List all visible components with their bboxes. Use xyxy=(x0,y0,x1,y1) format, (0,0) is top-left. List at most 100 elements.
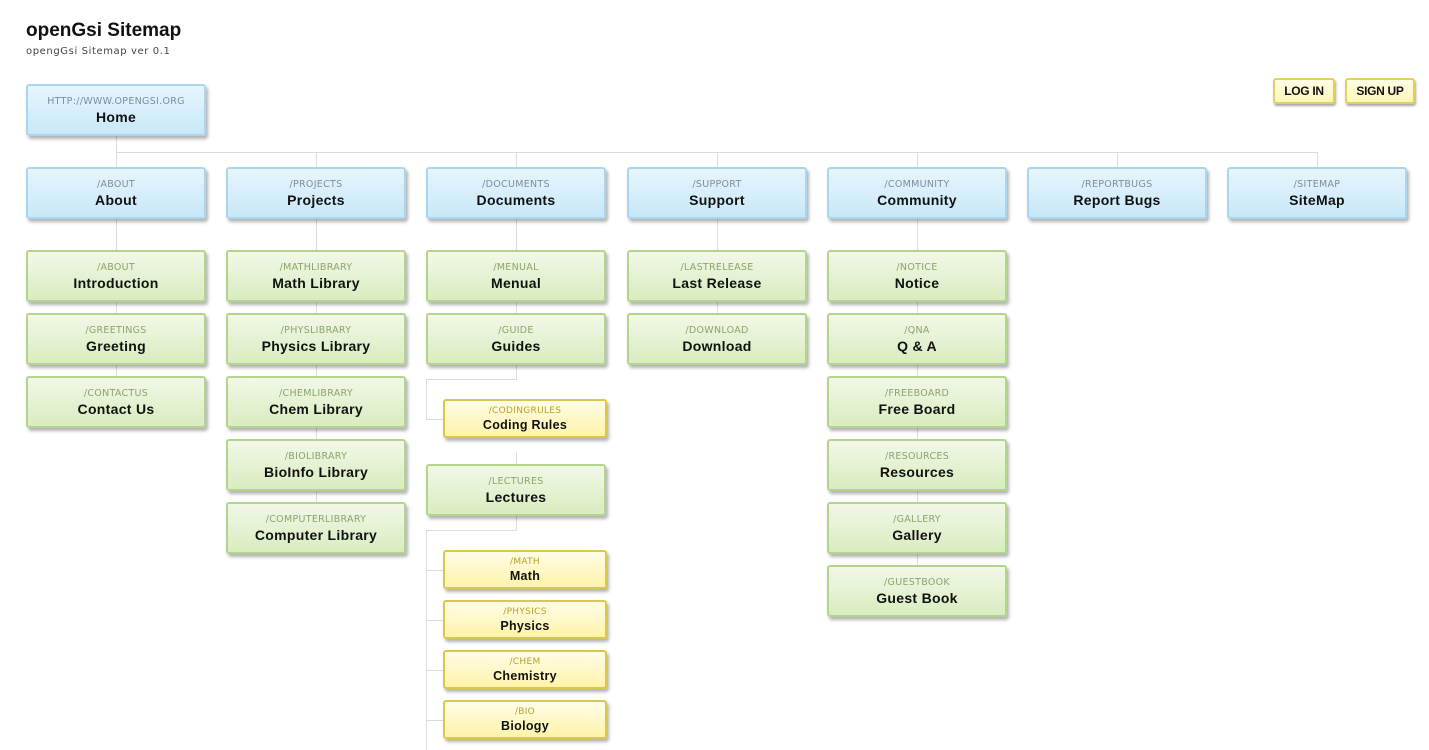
connector-line xyxy=(426,379,427,419)
node-label: Greeting xyxy=(86,338,146,354)
login-button[interactable]: LOG IN xyxy=(1273,78,1335,104)
sitemap-node-home[interactable]: HTTP://WWW.OPENGSI.ORG Home xyxy=(26,84,206,136)
node-label: Computer Library xyxy=(254,527,378,543)
signup-button[interactable]: SIGN UP xyxy=(1345,78,1415,104)
node-path: /PROJECTS xyxy=(289,179,343,190)
sitemap-node-coding-rules[interactable]: /CODINGRULES Coding Rules xyxy=(443,399,607,438)
node-label: Menual xyxy=(490,275,542,291)
connector-line xyxy=(116,365,117,376)
node-path: /GALLERY xyxy=(893,514,941,525)
sitemap-node-chem-library[interactable]: /CHEMLIBRARY Chem Library xyxy=(226,376,406,428)
node-path: /BIOLIBRARY xyxy=(284,451,348,462)
connector-line xyxy=(316,302,317,313)
sitemap-node-download[interactable]: /DOWNLOAD Download xyxy=(627,313,807,365)
node-path: /COMMUNITY xyxy=(884,179,950,190)
sitemap-node-q-a[interactable]: /QNA Q & A xyxy=(827,313,1007,365)
node-path: /SUPPORT xyxy=(692,179,742,190)
sitemap-node-math[interactable]: /MATH Math xyxy=(443,550,607,589)
node-label: Last Release xyxy=(672,275,762,291)
page-title: openGsi Sitemap xyxy=(26,20,182,41)
sitemap-node-last-release[interactable]: /LASTRELEASE Last Release xyxy=(627,250,807,302)
connector-line xyxy=(917,152,918,167)
node-path: /GUIDE xyxy=(498,325,534,336)
node-path: /ABOUT xyxy=(96,179,136,190)
sitemap-node-about[interactable]: /ABOUT About xyxy=(26,167,206,219)
sitemap-node-physics[interactable]: /PHYSICS Physics xyxy=(443,600,607,639)
node-label: Support xyxy=(689,192,745,208)
connector-line xyxy=(426,670,443,671)
sitemap-node-documents[interactable]: /DOCUMENTS Documents xyxy=(426,167,606,219)
node-path: /PHYSLIBRARY xyxy=(280,325,352,336)
node-path: /MENUAL xyxy=(493,262,539,273)
connector-line xyxy=(516,365,517,379)
node-label: Lectures xyxy=(485,489,547,505)
sitemap-node-community[interactable]: /COMMUNITY Community xyxy=(827,167,1007,219)
page-subtitle: opengGsi Sitemap ver 0.1 xyxy=(26,46,171,57)
sitemap-node-menual[interactable]: /MENUAL Menual xyxy=(426,250,606,302)
connector-line xyxy=(917,219,918,250)
node-path: /MATH xyxy=(509,557,541,567)
node-path: /QNA xyxy=(904,325,930,336)
node-label: Report Bugs xyxy=(1073,192,1161,208)
sitemap-node-guides[interactable]: /GUIDE Guides xyxy=(426,313,606,365)
connector-line xyxy=(116,219,117,250)
sitemap-node-introduction[interactable]: /ABOUT Introduction xyxy=(26,250,206,302)
connector-line xyxy=(116,152,117,167)
connector-line xyxy=(516,302,517,313)
connector-line xyxy=(426,379,517,380)
node-label: Introduction xyxy=(73,275,159,291)
node-label: Notice xyxy=(894,275,940,291)
sitemap-node-free-board[interactable]: /FREEBOARD Free Board xyxy=(827,376,1007,428)
node-label: Documents xyxy=(476,192,556,208)
sitemap-node-support[interactable]: /SUPPORT Support xyxy=(627,167,807,219)
connector-line xyxy=(1117,152,1118,167)
connector-line xyxy=(516,452,517,464)
connector-line xyxy=(426,720,443,721)
node-label: SiteMap xyxy=(1289,192,1345,208)
connector-line xyxy=(426,530,427,750)
connector-line xyxy=(917,428,918,439)
node-path: /FREEBOARD xyxy=(884,388,950,399)
node-path: /ABOUT xyxy=(96,262,136,273)
sitemap-node-bioinfo-library[interactable]: /BIOLIBRARY BioInfo Library xyxy=(226,439,406,491)
connector-line xyxy=(316,152,317,167)
node-path: /BIO xyxy=(514,707,536,717)
node-label: BioInfo Library xyxy=(263,464,369,480)
sitemap-node-computer-library[interactable]: /COMPUTERLIBRARY Computer Library xyxy=(226,502,406,554)
node-path: /DOWNLOAD xyxy=(685,325,749,336)
sitemap-node-physics-library[interactable]: /PHYSLIBRARY Physics Library xyxy=(226,313,406,365)
sitemap-node-chemistry[interactable]: /CHEM Chemistry xyxy=(443,650,607,689)
node-label: Free Board xyxy=(878,401,956,417)
sitemap-node-report-bugs[interactable]: /REPORTBUGS Report Bugs xyxy=(1027,167,1207,219)
node-path: HTTP://WWW.OPENGSI.ORG xyxy=(47,96,185,107)
node-label: Contact Us xyxy=(77,401,155,417)
sitemap-node-sitemap[interactable]: /SITEMAP SiteMap xyxy=(1227,167,1407,219)
node-label: Guest Book xyxy=(876,590,958,606)
node-path: /COMPUTERLIBRARY xyxy=(265,514,367,525)
node-path: /NOTICE xyxy=(896,262,938,273)
sitemap-node-contact-us[interactable]: /CONTACTUS Contact Us xyxy=(26,376,206,428)
node-path: /SITEMAP xyxy=(1293,179,1341,190)
node-path: /RESOURCES xyxy=(884,451,950,462)
sitemap-node-lectures[interactable]: /LECTURES Lectures xyxy=(426,464,606,516)
connector-line xyxy=(426,530,517,531)
sitemap-node-biology[interactable]: /BIO Biology xyxy=(443,700,607,739)
sitemap-node-gallery[interactable]: /GALLERY Gallery xyxy=(827,502,1007,554)
node-path: /LASTRELEASE xyxy=(680,262,754,273)
sitemap-node-projects[interactable]: /PROJECTS Projects xyxy=(226,167,406,219)
node-label: Resources xyxy=(879,464,955,480)
connector-line xyxy=(516,152,517,167)
connector-line xyxy=(717,219,718,250)
connector-line xyxy=(426,570,443,571)
sitemap-node-guest-book[interactable]: /GUESTBOOK Guest Book xyxy=(827,565,1007,617)
sitemap-node-math-library[interactable]: /MATHLIBRARY Math Library xyxy=(226,250,406,302)
connector-line xyxy=(516,516,517,530)
connector-line xyxy=(316,219,317,250)
sitemap-node-notice[interactable]: /NOTICE Notice xyxy=(827,250,1007,302)
node-label: Chemistry xyxy=(493,669,557,683)
sitemap-node-resources[interactable]: /RESOURCES Resources xyxy=(827,439,1007,491)
connector-line xyxy=(717,152,718,167)
sitemap-node-greeting[interactable]: /GREETINGS Greeting xyxy=(26,313,206,365)
connector-line xyxy=(316,428,317,439)
node-label: Chem Library xyxy=(269,401,363,417)
